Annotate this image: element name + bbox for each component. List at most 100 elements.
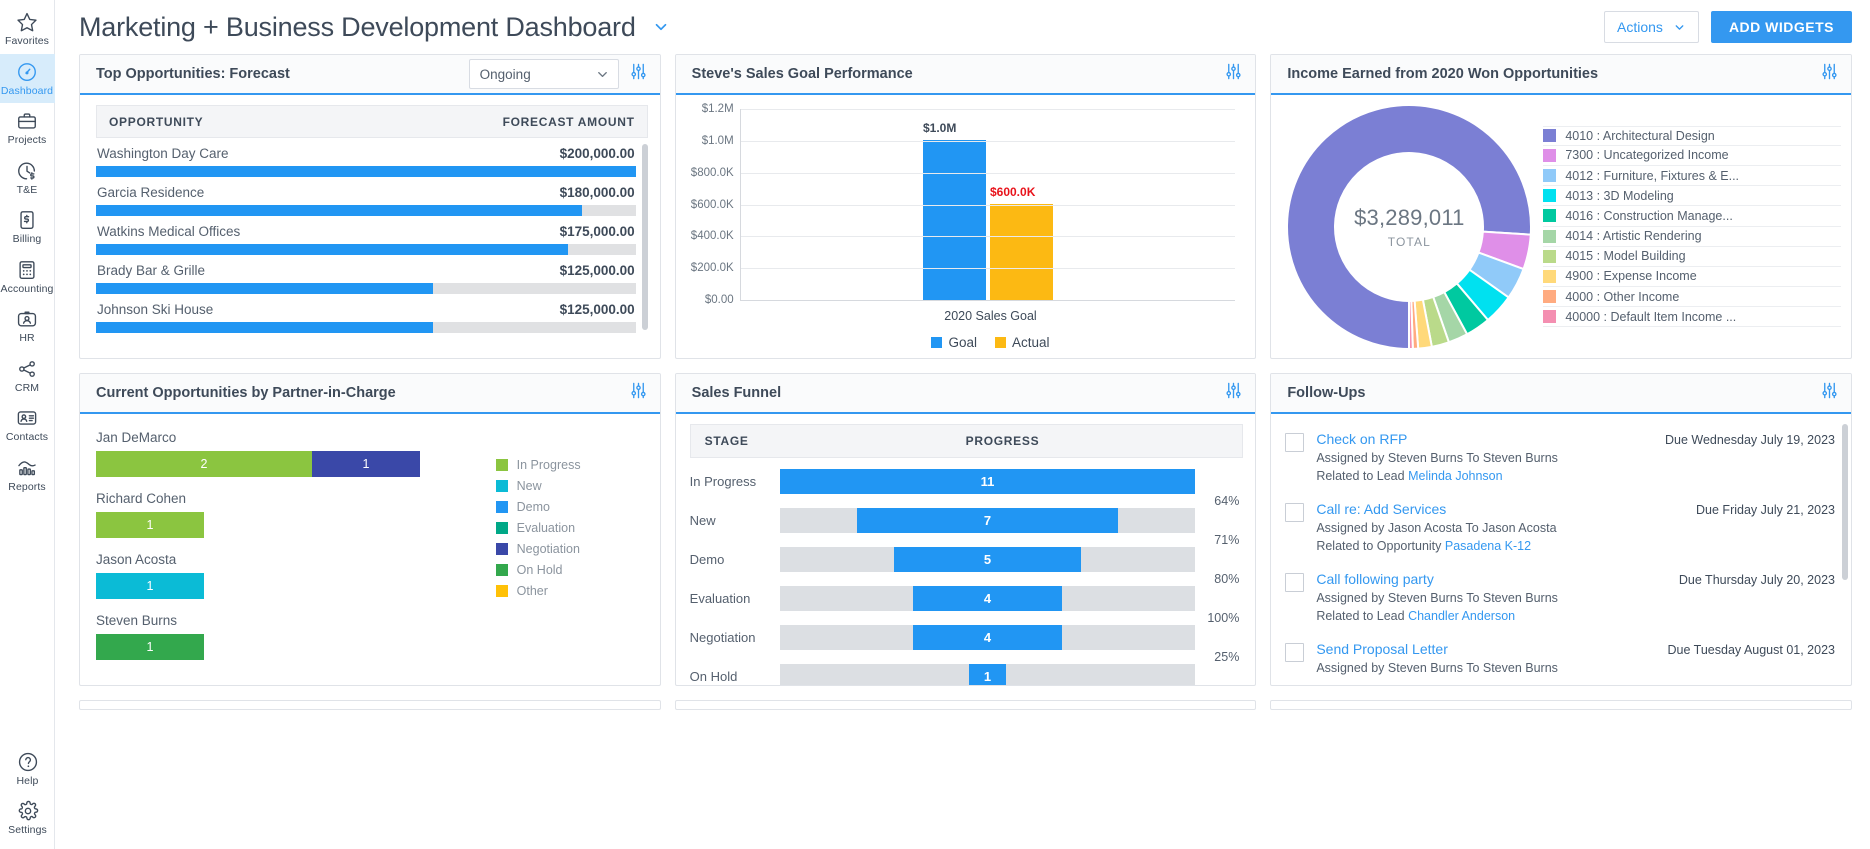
funnel-row: New 7 bbox=[690, 505, 1244, 536]
legend-item[interactable]: 40000 : Default Item Income ... bbox=[1543, 307, 1841, 328]
widget-body: Jan DeMarco 2 1 Richard Cohen 1 Jason Acosta 1… bbox=[80, 414, 660, 685]
partner-bar: 21 bbox=[96, 451, 482, 477]
donut-slice[interactable] bbox=[1408, 299, 1415, 350]
opportunity-name[interactable]: Brady Bar & Grille bbox=[97, 263, 560, 278]
list-scrollbar[interactable] bbox=[1842, 424, 1848, 580]
list-scrollbar[interactable] bbox=[641, 144, 648, 330]
widget-settings-icon[interactable] bbox=[1820, 381, 1839, 405]
follow-up-title[interactable]: Check on RFP bbox=[1316, 431, 1655, 447]
legend-item[interactable]: 4015 : Model Building bbox=[1543, 247, 1841, 267]
legend-item[interactable]: 4014 : Artistic Rendering bbox=[1543, 227, 1841, 247]
widget-title: Sales Funnel bbox=[691, 385, 782, 401]
widget-settings-icon[interactable] bbox=[1224, 62, 1243, 86]
funnel-bar[interactable]: 7 bbox=[856, 508, 1119, 533]
bar-segment-on-hold[interactable]: 1 bbox=[96, 634, 204, 660]
badge-icon bbox=[16, 308, 38, 330]
legend-item[interactable]: Goal bbox=[931, 335, 977, 350]
legend-item[interactable]: Evaluation bbox=[495, 521, 646, 535]
sidebar-item-reports[interactable]: Reports bbox=[0, 450, 55, 500]
widget-partner-in-charge: Current Opportunities by Partner-in-Char… bbox=[79, 373, 661, 686]
widget-header: Follow-Ups bbox=[1271, 374, 1851, 414]
legend-swatch bbox=[1543, 129, 1557, 143]
bar-segment-new[interactable]: 1 bbox=[96, 573, 204, 599]
funnel-conversion-row: 71% bbox=[690, 533, 1244, 547]
funnel-table: STAGE PROGRESS In Progress 11 64% New 7 71% De… bbox=[676, 414, 1256, 685]
legend-item[interactable]: 4016 : Construction Manage... bbox=[1543, 206, 1841, 227]
opportunity-list: Washington Day Care $200,000.00 Garcia Res… bbox=[96, 138, 648, 358]
widget-settings-icon[interactable] bbox=[629, 62, 648, 86]
forecast-period-select[interactable]: Ongoing bbox=[468, 59, 619, 89]
legend-item[interactable]: On Hold bbox=[495, 563, 646, 577]
sidebar-item-label: Dashboard bbox=[0, 84, 54, 97]
sidebar-item-billing[interactable]: Billing bbox=[0, 202, 55, 252]
funnel-conversion-row: 80% bbox=[690, 572, 1244, 586]
donut-svg bbox=[1286, 103, 1533, 350]
table-row: Brady Bar & Grille $125,000.00 bbox=[96, 255, 636, 294]
x-axis-label: 2020 Sales Goal bbox=[944, 309, 1037, 323]
bar-segment-negotiation[interactable]: 1 bbox=[312, 451, 420, 477]
sidebar-item-label: Help bbox=[16, 774, 39, 787]
sidebar-item-contacts[interactable]: Contacts bbox=[0, 400, 55, 450]
legend-item[interactable]: Demo bbox=[495, 500, 646, 514]
legend-item[interactable]: 7300 : Uncategorized Income bbox=[1543, 146, 1841, 166]
add-widgets-button[interactable]: ADD WIDGETS bbox=[1710, 11, 1852, 43]
legend-item[interactable]: 4010 : Architectural Design bbox=[1543, 125, 1841, 146]
sidebar-item-label: HR bbox=[19, 332, 35, 345]
bar-goal[interactable]: $1.0M bbox=[922, 121, 986, 300]
legend-item[interactable]: Other bbox=[495, 584, 646, 598]
funnel-bar[interactable]: 4 bbox=[912, 625, 1063, 650]
funnel-bar[interactable]: 1 bbox=[968, 664, 1007, 685]
follow-up-related-link[interactable]: Melinda Johnson bbox=[1408, 469, 1503, 483]
follow-up-related-link[interactable]: Chandler Anderson bbox=[1408, 609, 1515, 623]
legend-item[interactable]: 4000 : Other Income bbox=[1543, 287, 1841, 308]
sidebar-item-hr[interactable]: HR bbox=[0, 301, 55, 351]
chevron-down-icon[interactable] bbox=[652, 18, 670, 36]
follow-up-title[interactable]: Call following party bbox=[1316, 571, 1669, 587]
forecast-amount: $175,000.00 bbox=[559, 224, 635, 239]
widget-settings-icon[interactable] bbox=[629, 381, 648, 405]
sidebar-item-t-e[interactable]: T&E bbox=[0, 153, 55, 203]
opportunity-name[interactable]: Garcia Residence bbox=[97, 185, 560, 200]
follow-up-title[interactable]: Send Proposal Letter bbox=[1316, 641, 1657, 657]
funnel-bar[interactable]: 5 bbox=[893, 547, 1081, 572]
bar-segment-in-progress[interactable]: 2 bbox=[96, 451, 312, 477]
sidebar-item-accounting[interactable]: Accounting bbox=[0, 252, 55, 302]
legend-item[interactable]: 4012 : Furniture, Fixtures & E... bbox=[1543, 166, 1841, 187]
help-icon bbox=[17, 751, 39, 773]
follow-up-checkbox[interactable] bbox=[1285, 433, 1305, 452]
legend-label: 4014 : Artistic Rendering bbox=[1565, 229, 1702, 244]
follow-up-related-link[interactable]: Pasadena K-12 bbox=[1445, 539, 1531, 553]
legend-item[interactable]: Actual bbox=[994, 335, 1050, 350]
follow-up-title[interactable]: Call re: Add Services bbox=[1316, 501, 1686, 517]
funnel-bar[interactable]: 11 bbox=[779, 469, 1196, 494]
legend-item[interactable]: In Progress bbox=[495, 458, 646, 472]
widget-settings-icon[interactable] bbox=[1820, 62, 1839, 86]
sidebar-item-dashboard[interactable]: Dashboard bbox=[0, 53, 55, 104]
sidebar-item-help[interactable]: Help bbox=[0, 744, 55, 794]
sidebar-item-favorites[interactable]: Favorites bbox=[0, 4, 55, 54]
legend-swatch bbox=[1543, 148, 1557, 162]
actions-button[interactable]: Actions bbox=[1604, 11, 1699, 43]
follow-up-checkbox[interactable] bbox=[1285, 643, 1305, 662]
widget-settings-icon[interactable] bbox=[1224, 381, 1243, 405]
sidebar-item-projects[interactable]: Projects bbox=[0, 103, 55, 153]
funnel-track: 4 bbox=[779, 586, 1196, 611]
legend-label: Goal bbox=[948, 335, 977, 350]
legend-item[interactable]: 4013 : 3D Modeling bbox=[1543, 186, 1841, 207]
funnel-bar[interactable]: 4 bbox=[912, 586, 1063, 611]
opportunity-name[interactable]: Johnson Ski House bbox=[97, 302, 560, 317]
widget-body: $3,289,011 TOTAL 4010 : Architectural De… bbox=[1271, 95, 1851, 358]
opportunity-name[interactable]: Washington Day Care bbox=[97, 146, 560, 161]
legend-swatch bbox=[495, 459, 508, 471]
bar-actual[interactable]: $600.0K bbox=[989, 185, 1053, 300]
widget-title: Follow-Ups bbox=[1287, 385, 1366, 401]
sidebar-item-crm[interactable]: CRM bbox=[0, 351, 55, 401]
legend-item[interactable]: New bbox=[495, 479, 646, 493]
follow-up-checkbox[interactable] bbox=[1285, 503, 1305, 522]
legend-item[interactable]: 4900 : Expense Income bbox=[1543, 267, 1841, 288]
bar-segment-in-progress[interactable]: 1 bbox=[96, 512, 204, 538]
opportunity-name[interactable]: Watkins Medical Offices bbox=[97, 224, 560, 239]
legend-item[interactable]: Negotiation bbox=[495, 542, 646, 556]
follow-up-checkbox[interactable] bbox=[1285, 573, 1305, 592]
sidebar-item-settings[interactable]: Settings bbox=[0, 793, 55, 843]
